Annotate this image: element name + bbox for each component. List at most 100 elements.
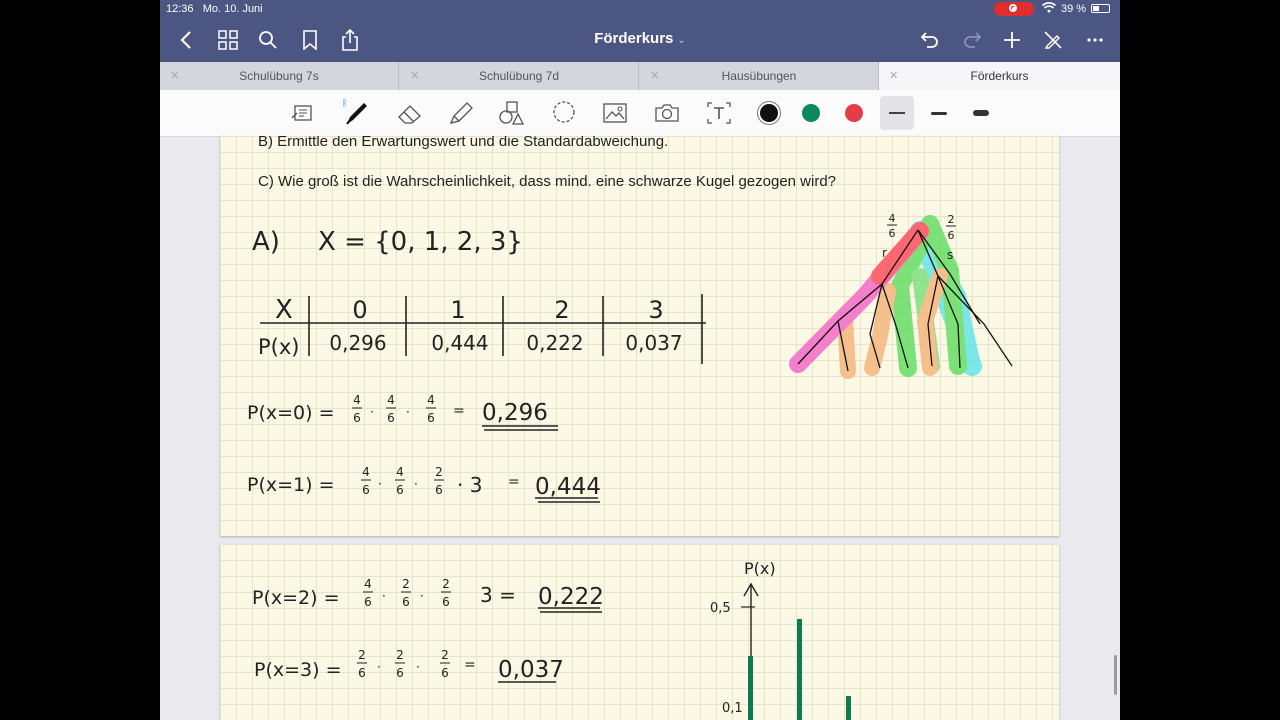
drawing-toolbar: ᛒ: [160, 90, 1120, 137]
scroll-indicator[interactable]: [1114, 655, 1117, 695]
stroke-thick-button[interactable]: [964, 96, 998, 130]
grid-view-icon[interactable]: [216, 18, 240, 62]
branch-label: r: [882, 246, 887, 260]
table-x-value: 3: [648, 296, 663, 324]
tree-diagram: 4 6 r 2 6 s: [789, 212, 1013, 379]
close-icon[interactable]: ✕: [889, 62, 898, 90]
fraction-num: 2: [442, 577, 450, 591]
search-icon[interactable]: [256, 18, 280, 62]
color-black-swatch[interactable]: [752, 96, 786, 130]
fraction-den: 6: [441, 666, 449, 680]
equation-p0: P(x=0) = 4 6 · 4 6 · 4 6 = 0,296: [247, 393, 558, 431]
equation-lhs: P(x=0) =: [247, 402, 335, 424]
share-icon[interactable]: [338, 18, 362, 62]
set-expression: X = {0, 1, 2, 3}: [318, 227, 523, 257]
battery-icon: [1091, 4, 1110, 13]
handwriting-layer: P(x=2) = 4 6 · 2 6 · 2 6 3 = 0,222 P(x=3…: [252, 559, 851, 720]
fraction-num: 4: [387, 393, 395, 407]
redo-icon[interactable]: [960, 18, 984, 62]
shapes-icon[interactable]: [494, 96, 528, 130]
close-icon[interactable]: ✕: [410, 62, 419, 90]
read-mode-icon[interactable]: [286, 96, 320, 130]
notebook-page-1[interactable]: B) Ermittle den Erwartungswert und die S…: [220, 136, 1059, 536]
back-icon[interactable]: [174, 18, 198, 62]
graph-bar: [748, 656, 753, 720]
image-icon[interactable]: [598, 96, 632, 130]
branch-den: 6: [889, 227, 896, 240]
status-datetime: 12:36 Mo. 10. Juni: [166, 3, 263, 15]
distribution-graph: P(x) 0,5 0,1: [710, 559, 851, 720]
lasso-icon[interactable]: [547, 96, 581, 130]
table-p-value: 0,296: [329, 331, 386, 355]
svg-text:ᛒ: ᛒ: [342, 98, 347, 109]
graph-bar: [797, 619, 802, 720]
pen-icon[interactable]: ᛒ: [340, 96, 374, 130]
equation-p3: P(x=3) = 2 6 · 2 6 · 2 6 = 0,037: [254, 648, 564, 683]
branch-num: 2: [948, 213, 955, 226]
result-value: 0,444: [535, 474, 601, 500]
dot-operator: ·: [370, 405, 374, 419]
tab-schuluebung-7s[interactable]: ✕ Schulübung 7s: [160, 62, 399, 90]
stroke-thin-button[interactable]: [880, 96, 914, 130]
dot-operator: ·: [378, 477, 382, 491]
equation-p1: P(x=1) = 4 6 · 4 6 · 2 6 · 3 = 0,444: [247, 465, 601, 503]
undo-icon[interactable]: [918, 18, 942, 62]
eraser-icon[interactable]: [393, 96, 427, 130]
branch-num: 4: [889, 212, 896, 225]
fraction-num: 4: [353, 393, 361, 407]
highlighter-icon[interactable]: [444, 96, 478, 130]
handwriting-layer: A) X = {0, 1, 2, 3} X P(x) 0 1 2 3 0,296…: [247, 212, 1013, 503]
wifi-icon: [1041, 2, 1057, 17]
table-x-value: 0: [352, 296, 367, 324]
part-a-label: A): [252, 227, 280, 257]
color-dot: [845, 104, 863, 122]
probability-table: X P(x) 0 1 2 3 0,296 0,444 0,222 0,037: [258, 294, 706, 364]
color-green-swatch[interactable]: [794, 96, 828, 130]
close-icon[interactable]: ✕: [170, 62, 179, 90]
camera-icon[interactable]: [650, 96, 684, 130]
color-red-swatch[interactable]: [837, 96, 871, 130]
fraction-den: 6: [353, 411, 361, 425]
table-p-value: 0,444: [431, 331, 488, 355]
pencil-off-icon[interactable]: [1041, 18, 1065, 62]
equals-sign: =: [464, 657, 476, 673]
stroke-thin-sample: [889, 112, 905, 114]
document-title[interactable]: Förderkurs ⌄: [540, 30, 740, 47]
tick-label: 0,5: [710, 601, 731, 616]
text-tool-icon[interactable]: [702, 96, 736, 130]
table-x-label: X: [275, 295, 293, 325]
graph-y-label: P(x): [744, 559, 776, 578]
stroke-medium-sample: [931, 111, 947, 115]
dot-operator: ·: [416, 660, 420, 674]
dot-operator: ·: [382, 589, 386, 603]
dot-operator: ·: [377, 660, 381, 674]
fraction-den: 6: [362, 483, 370, 497]
multiplier: 3 =: [480, 583, 516, 607]
stroke-medium-button[interactable]: [922, 96, 956, 130]
fraction-num: 4: [427, 393, 435, 407]
fraction-den: 6: [364, 595, 372, 609]
add-page-icon[interactable]: [1000, 18, 1024, 62]
bookmark-icon[interactable]: [298, 18, 322, 62]
table-p-label: P(x): [258, 335, 299, 359]
table-x-value: 2: [554, 296, 569, 324]
table-x-value: 1: [450, 296, 465, 324]
dot-operator: ·: [414, 477, 418, 491]
fraction-den: 6: [435, 483, 443, 497]
notebook-page-2[interactable]: P(x=2) = 4 6 · 2 6 · 2 6 3 = 0,222 P(x=3…: [220, 544, 1059, 720]
color-dot: [802, 104, 820, 122]
result-value: 0,296: [482, 400, 548, 426]
more-icon[interactable]: [1083, 18, 1107, 62]
fraction-den: 6: [396, 483, 404, 497]
tick-label: 0,1: [722, 701, 743, 716]
close-icon[interactable]: ✕: [650, 62, 659, 90]
tab-schuluebung-7d[interactable]: ✕ Schulübung 7d: [400, 62, 639, 90]
screen-recording-icon: [994, 2, 1034, 16]
fraction-num: 4: [362, 465, 370, 479]
fraction-den: 6: [396, 666, 404, 680]
table-p-value: 0,037: [625, 331, 682, 355]
tab-foerderkurs[interactable]: ✕ Förderkurs: [879, 62, 1120, 90]
tab-hausuebungen[interactable]: ✕ Hausübungen: [640, 62, 879, 90]
fraction-num: 2: [441, 648, 449, 662]
fraction-den: 6: [427, 411, 435, 425]
